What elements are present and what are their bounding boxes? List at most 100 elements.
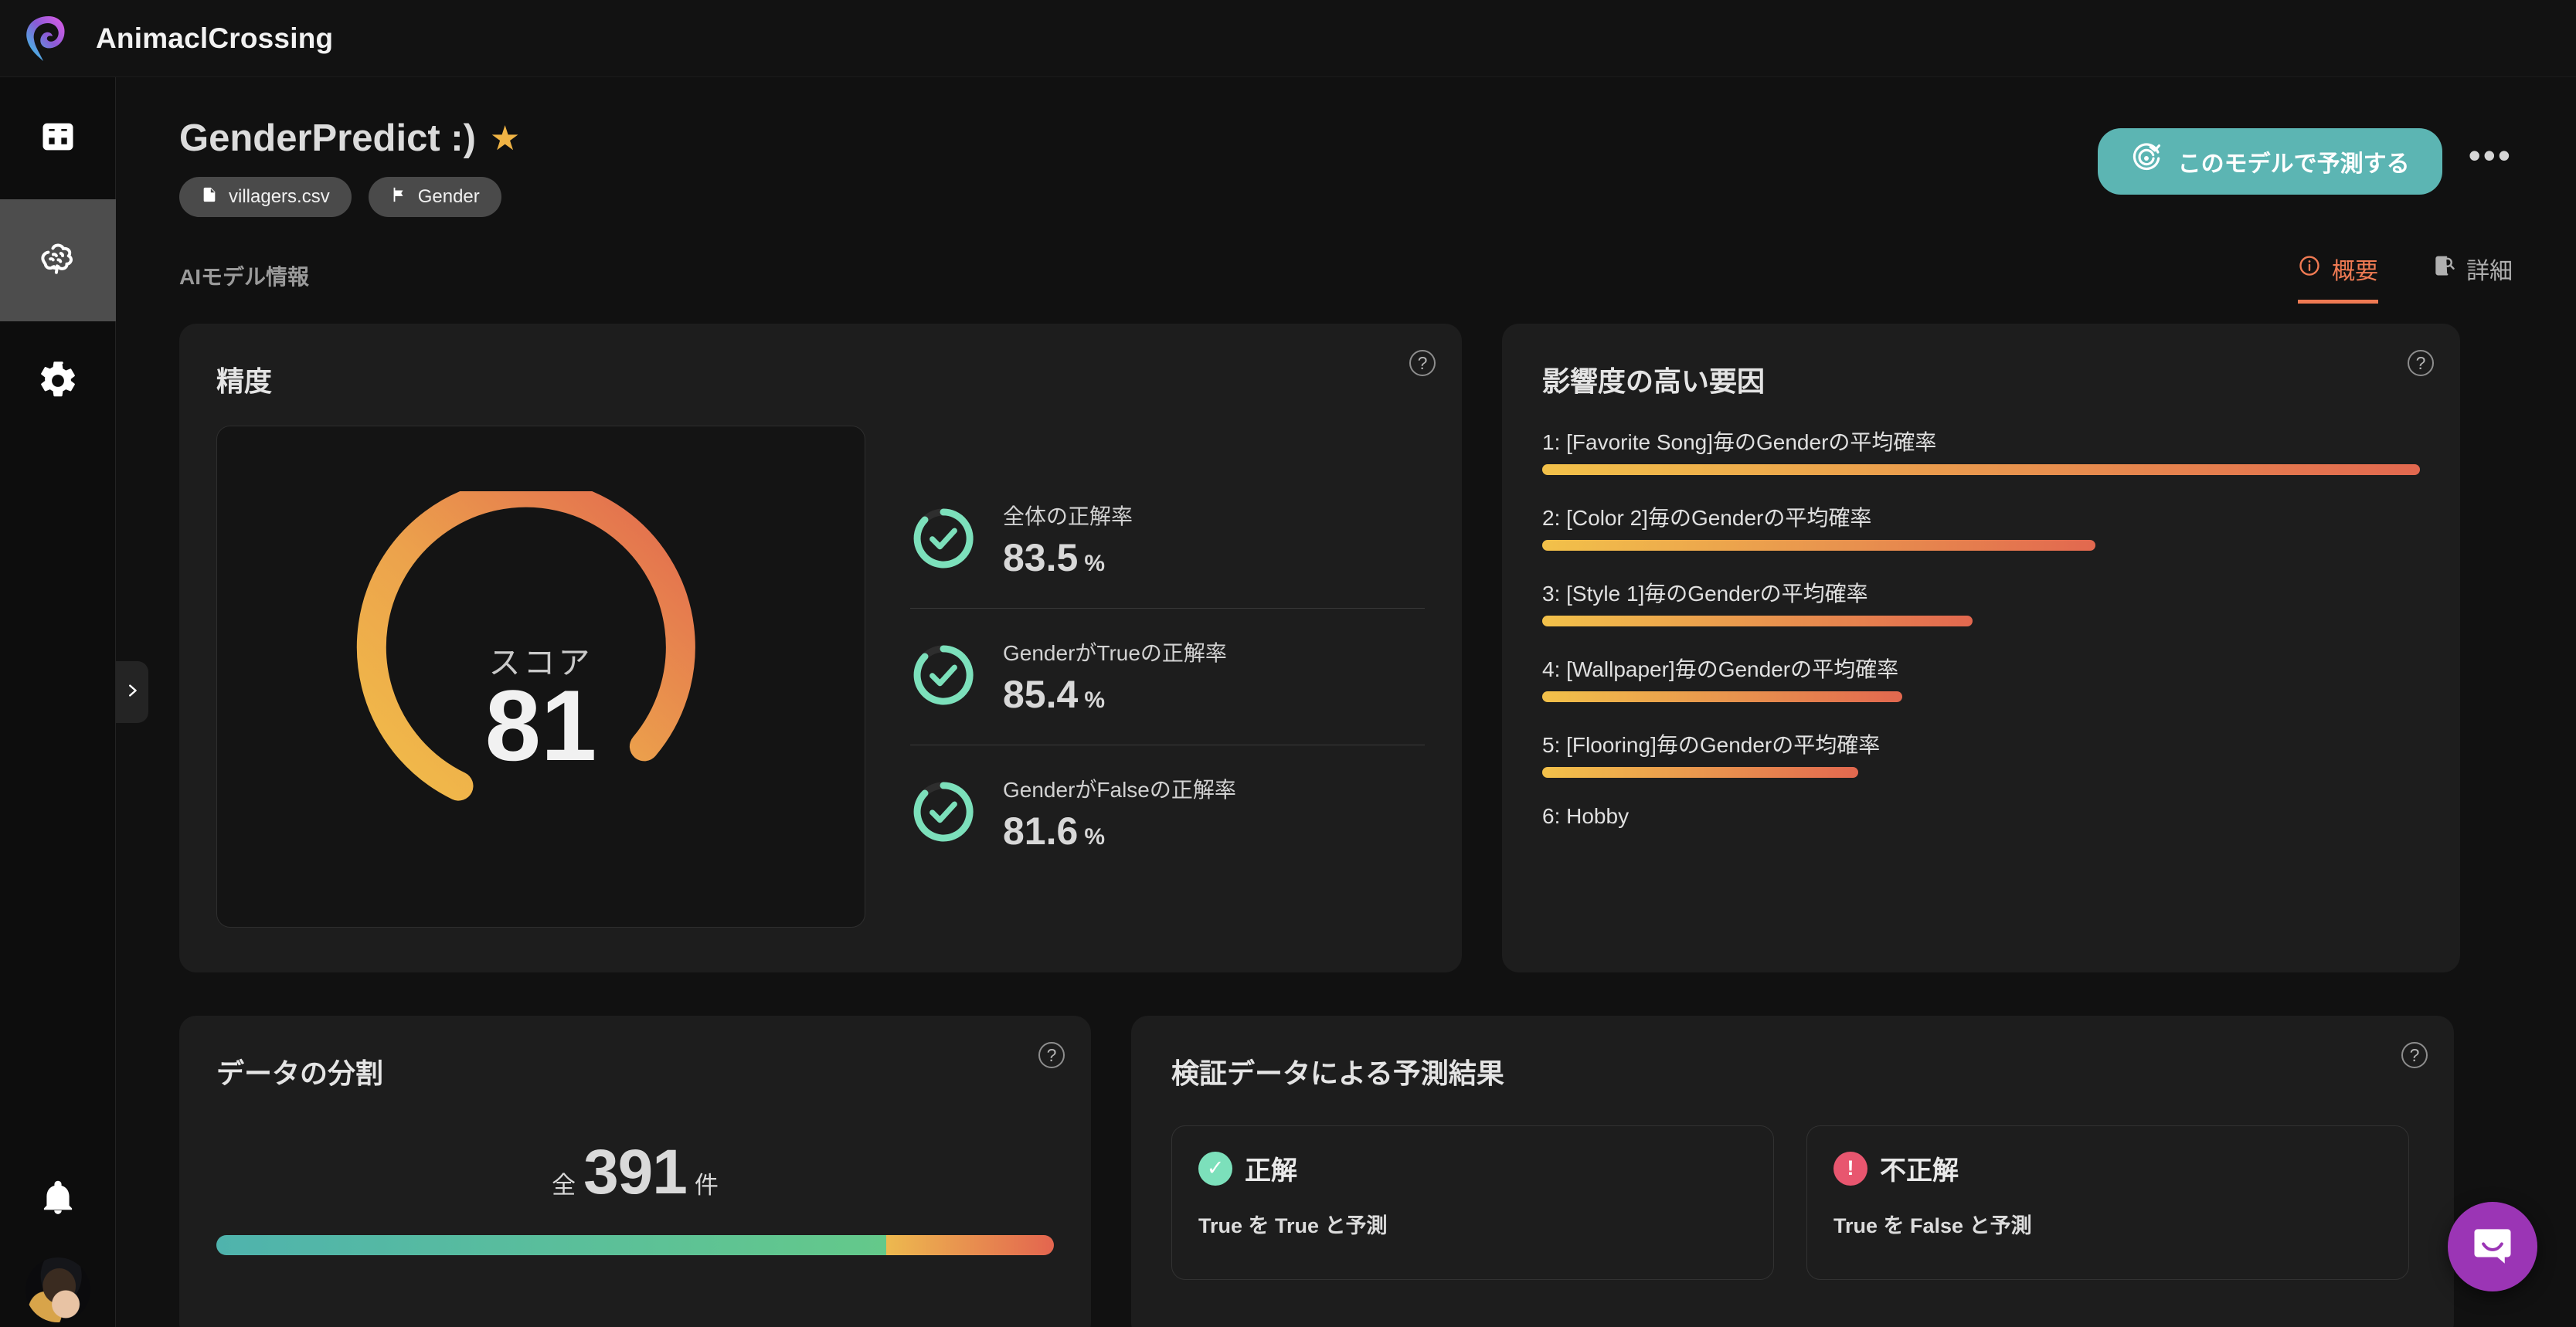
factor-bar (1542, 691, 1902, 703)
tab-overview-label: 概要 (2332, 259, 2378, 285)
stat-false-text: GenderがFalseの正解率 81.6% (1003, 773, 1236, 854)
help-circle-icon[interactable]: ? (2408, 350, 2434, 377)
result-card-incorrect[interactable]: ! 不正解 True を False と予測 (1806, 1125, 2409, 1281)
stat-false-number: 81.6 (1003, 809, 1079, 854)
top-card-grid: 精度 ? スコア 81 全体の正解率 83.5 % GenderがTrueの正解… (179, 324, 2513, 973)
rail-bottom (0, 1142, 116, 1327)
stat-true-label: GenderがTrueの正解率 (1003, 641, 1227, 666)
data-split-count-suffix: 件 (694, 1172, 719, 1200)
sidebar-item-data-tables[interactable] (0, 77, 116, 199)
tab-overview[interactable]: 概要 (2298, 252, 2378, 304)
check-icon: ✓ (1198, 1151, 1232, 1186)
intercom-chat-button[interactable] (2448, 1202, 2537, 1291)
data-split-train-segment (216, 1235, 887, 1256)
main-content: GenderPredict :) ★ villagers.csv Gender … (116, 77, 2576, 1327)
data-split-bar (216, 1235, 1054, 1256)
chat-smile-icon (2469, 1221, 2517, 1273)
stat-overall-value: 83.5% (1003, 535, 1133, 580)
table-grid-icon (38, 117, 78, 161)
result-correct-head: ✓ 正解 (1198, 1149, 1747, 1187)
validation-results-title: 検証データによる予測結果 (1171, 1057, 1504, 1090)
sidebar-expand-button[interactable] (116, 661, 148, 723)
page-title: GenderPredict :) ★ (179, 117, 520, 159)
target-check-icon (2130, 142, 2163, 181)
tab-row: AIモデル情報 概要 詳細 (179, 245, 2513, 304)
result-correct-title: 正解 (1245, 1156, 1297, 1186)
avatar[interactable] (25, 1257, 90, 1322)
sidebar-item-ai-models[interactable] (0, 199, 116, 321)
factor-label: 1: [Favorite Song]毎のGenderの平均確率 (1542, 430, 1937, 455)
stat-overall-label: 全体の正解率 (1003, 504, 1133, 529)
chip-target[interactable]: Gender (368, 177, 501, 218)
result-correct-sub: True を True と予測 (1198, 1214, 1388, 1238)
factors-card: 影響度の高い要因 ? 1: [Favorite Song]毎のGenderの平均… (1502, 324, 2460, 973)
left-rail (0, 77, 116, 1327)
data-split-count-prefix: 全 (552, 1172, 576, 1200)
help-circle-icon[interactable]: ? (2401, 1042, 2428, 1069)
chevron-right-icon (124, 677, 141, 708)
factor-label: 5: [Flooring]毎のGenderの平均確率 (1542, 733, 1881, 758)
brain-icon (36, 237, 80, 284)
data-split-card: データの分割 ? 全 391 件 (179, 1016, 1091, 1327)
validation-result-list: ✓ 正解 True を True と予測 ! 不正解 True を False … (1171, 1125, 2414, 1281)
result-incorrect-sub: True を False と予測 (1833, 1214, 2032, 1238)
more-options-button[interactable]: ••• (2469, 137, 2513, 178)
header-chips: villagers.csv Gender (179, 177, 520, 218)
chip-dataset[interactable]: villagers.csv (179, 177, 352, 218)
factor-label: 3: [Style 1]毎のGenderの平均確率 (1542, 582, 1868, 606)
tab-details[interactable]: 詳細 (2432, 252, 2513, 304)
accuracy-card-title: 精度 (216, 365, 273, 398)
accuracy-stats: 全体の正解率 83.5% GenderがTrueの正解率 85.4 % Gend… (910, 426, 1425, 928)
factor-row: 3: [Style 1]毎のGenderの平均確率 (1542, 577, 2420, 627)
stat-overall-text: 全体の正解率 83.5% (1003, 500, 1133, 580)
animacl-logo-icon[interactable] (23, 14, 68, 63)
tabs: 概要 詳細 (2298, 252, 2513, 304)
page-header-right: このモデルで予測する ••• (2097, 119, 2513, 195)
flag-icon (390, 185, 407, 210)
factor-label: 6: Hobby (1542, 804, 1630, 829)
help-circle-icon[interactable]: ? (1409, 350, 1436, 377)
factor-bar (1542, 464, 2420, 476)
page-header-left: GenderPredict :) ★ villagers.csv Gender (179, 117, 520, 218)
stat-false-value: 81.6% (1003, 809, 1236, 854)
factor-row: 1: [Favorite Song]毎のGenderの平均確率 (1542, 426, 2420, 476)
help-circle-icon[interactable]: ? (1038, 1042, 1065, 1069)
sidebar-item-settings[interactable] (0, 321, 116, 443)
check-ring-icon (910, 505, 977, 575)
data-split-count-number: 391 (583, 1137, 688, 1208)
factor-row: 6: Hobby (1542, 804, 2420, 847)
factors-card-title: 影響度の高い要因 (1542, 365, 1765, 398)
stat-true-unit: % (1084, 687, 1106, 714)
factor-row: 5: [Flooring]毎のGenderの平均確率 (1542, 728, 2420, 779)
factor-label: 2: [Color 2]毎のGenderの平均確率 (1542, 506, 1872, 531)
data-split-card-title: データの分割 (216, 1057, 384, 1090)
predict-with-model-button[interactable]: このモデルで予測する (2097, 128, 2442, 195)
top-bar: AnimaclCrossing (0, 0, 2576, 77)
stat-true-text: GenderがTrueの正解率 85.4% (1003, 636, 1227, 717)
result-card-correct[interactable]: ✓ 正解 True を True と予測 (1171, 1125, 1774, 1281)
bell-icon (39, 1179, 77, 1221)
bottom-card-grid: データの分割 ? 全 391 件 検証データによる予測結果 ? ✓ 正解 Tru… (179, 1016, 2513, 1327)
brand-name: AnimaclCrossing (96, 22, 334, 54)
stat-overall-unit: % (1084, 551, 1106, 577)
page-title-text: GenderPredict :) (179, 117, 476, 159)
validation-results-card: 検証データによる予測結果 ? ✓ 正解 True を True と予測 ! 不正… (1131, 1016, 2454, 1327)
star-filled-icon[interactable]: ★ (490, 121, 520, 156)
data-split-valid-segment (886, 1235, 1054, 1256)
accuracy-card: 精度 ? スコア 81 全体の正解率 83.5 % GenderがTrueの正解… (179, 324, 1462, 973)
score-gauge-panel: スコア 81 (216, 426, 865, 928)
check-ring-icon (910, 779, 977, 849)
chip-dataset-label: villagers.csv (229, 186, 330, 208)
stat-false-unit: % (1084, 824, 1106, 850)
score-gauge-value: 81 (484, 669, 597, 782)
magnifier-doc-icon (2432, 254, 2455, 283)
factor-row: 2: [Color 2]毎のGenderの平均確率 (1542, 501, 2420, 552)
stat-overall: 全体の正解率 83.5% (910, 472, 1425, 608)
stat-true-number: 85.4 (1003, 673, 1079, 717)
factor-bar (1542, 767, 1858, 779)
notifications-button[interactable] (0, 1142, 116, 1257)
app-root: AnimaclCrossing GenderPredict:) ★ villa… (0, 0, 2576, 1327)
factor-row: 4: [Wallpaper]毎のGenderの平均確率 (1542, 653, 2420, 703)
data-split-count: 全 391 件 (216, 1136, 1054, 1209)
stat-true: GenderがTrueの正解率 85.4% (910, 608, 1425, 745)
